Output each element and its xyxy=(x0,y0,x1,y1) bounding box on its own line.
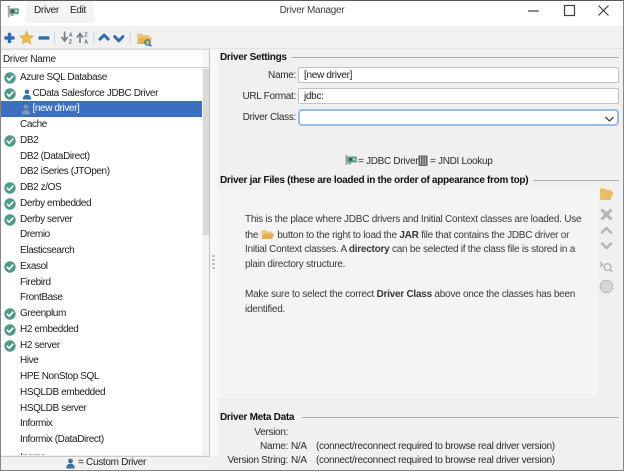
svg-text:A: A xyxy=(69,33,73,39)
svg-text:Z: Z xyxy=(69,40,73,46)
svg-text:Z: Z xyxy=(84,33,88,39)
svg-text:A: A xyxy=(84,40,88,46)
